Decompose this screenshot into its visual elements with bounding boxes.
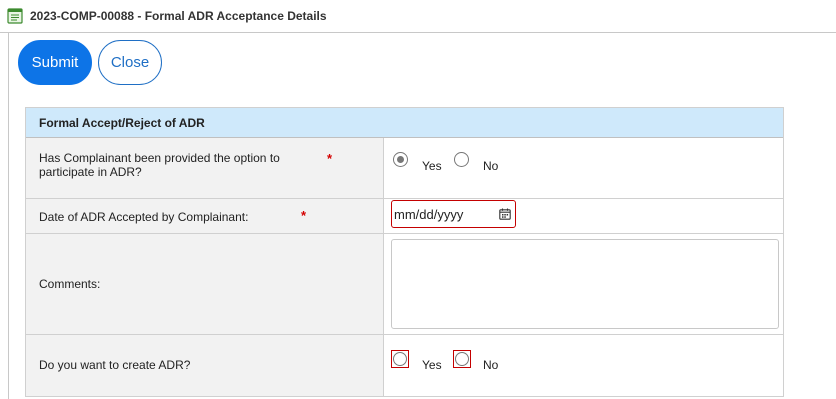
create-adr-no-radio[interactable] <box>453 350 471 368</box>
adr-form: Formal Accept/Reject of ADR Has Complain… <box>25 107 784 397</box>
comments-label: Comments: <box>39 277 101 291</box>
row-create-adr: Do you want to create ADR? Yes No <box>26 335 783 396</box>
option-provided-yes-label: Yes <box>422 159 442 173</box>
create-adr-yes-radio[interactable] <box>391 350 409 368</box>
option-provided-no-radio[interactable] <box>454 152 469 167</box>
option-provided-yes-radio[interactable] <box>393 152 408 167</box>
create-adr-label: Do you want to create ADR? <box>39 358 191 372</box>
create-adr-no-label: No <box>483 358 499 372</box>
window-title: 2023-COMP-00088 - Formal ADR Acceptance … <box>30 9 327 23</box>
row-option-provided: Has Complainant been provided the option… <box>26 138 783 199</box>
create-adr-yes-label: Yes <box>422 358 442 372</box>
close-button[interactable]: Close <box>98 40 162 85</box>
form-document-icon <box>7 8 23 24</box>
date-accepted-label: Date of ADR Accepted by Complainant: <box>39 210 249 224</box>
window-titlebar: 2023-COMP-00088 - Formal ADR Acceptance … <box>0 0 836 33</box>
section-header: Formal Accept/Reject of ADR <box>26 108 783 138</box>
required-indicator: * <box>327 151 333 166</box>
option-provided-no-label: No <box>483 159 499 173</box>
date-accepted-input[interactable]: mm/dd/yyyy <box>391 200 516 228</box>
submit-button[interactable]: Submit <box>18 40 92 85</box>
comments-textarea[interactable] <box>391 239 779 329</box>
option-provided-label: Has Complainant been provided the option… <box>39 151 280 179</box>
date-placeholder: mm/dd/yyyy <box>394 206 464 222</box>
calendar-icon[interactable] <box>499 208 511 220</box>
required-indicator: * <box>301 208 307 223</box>
